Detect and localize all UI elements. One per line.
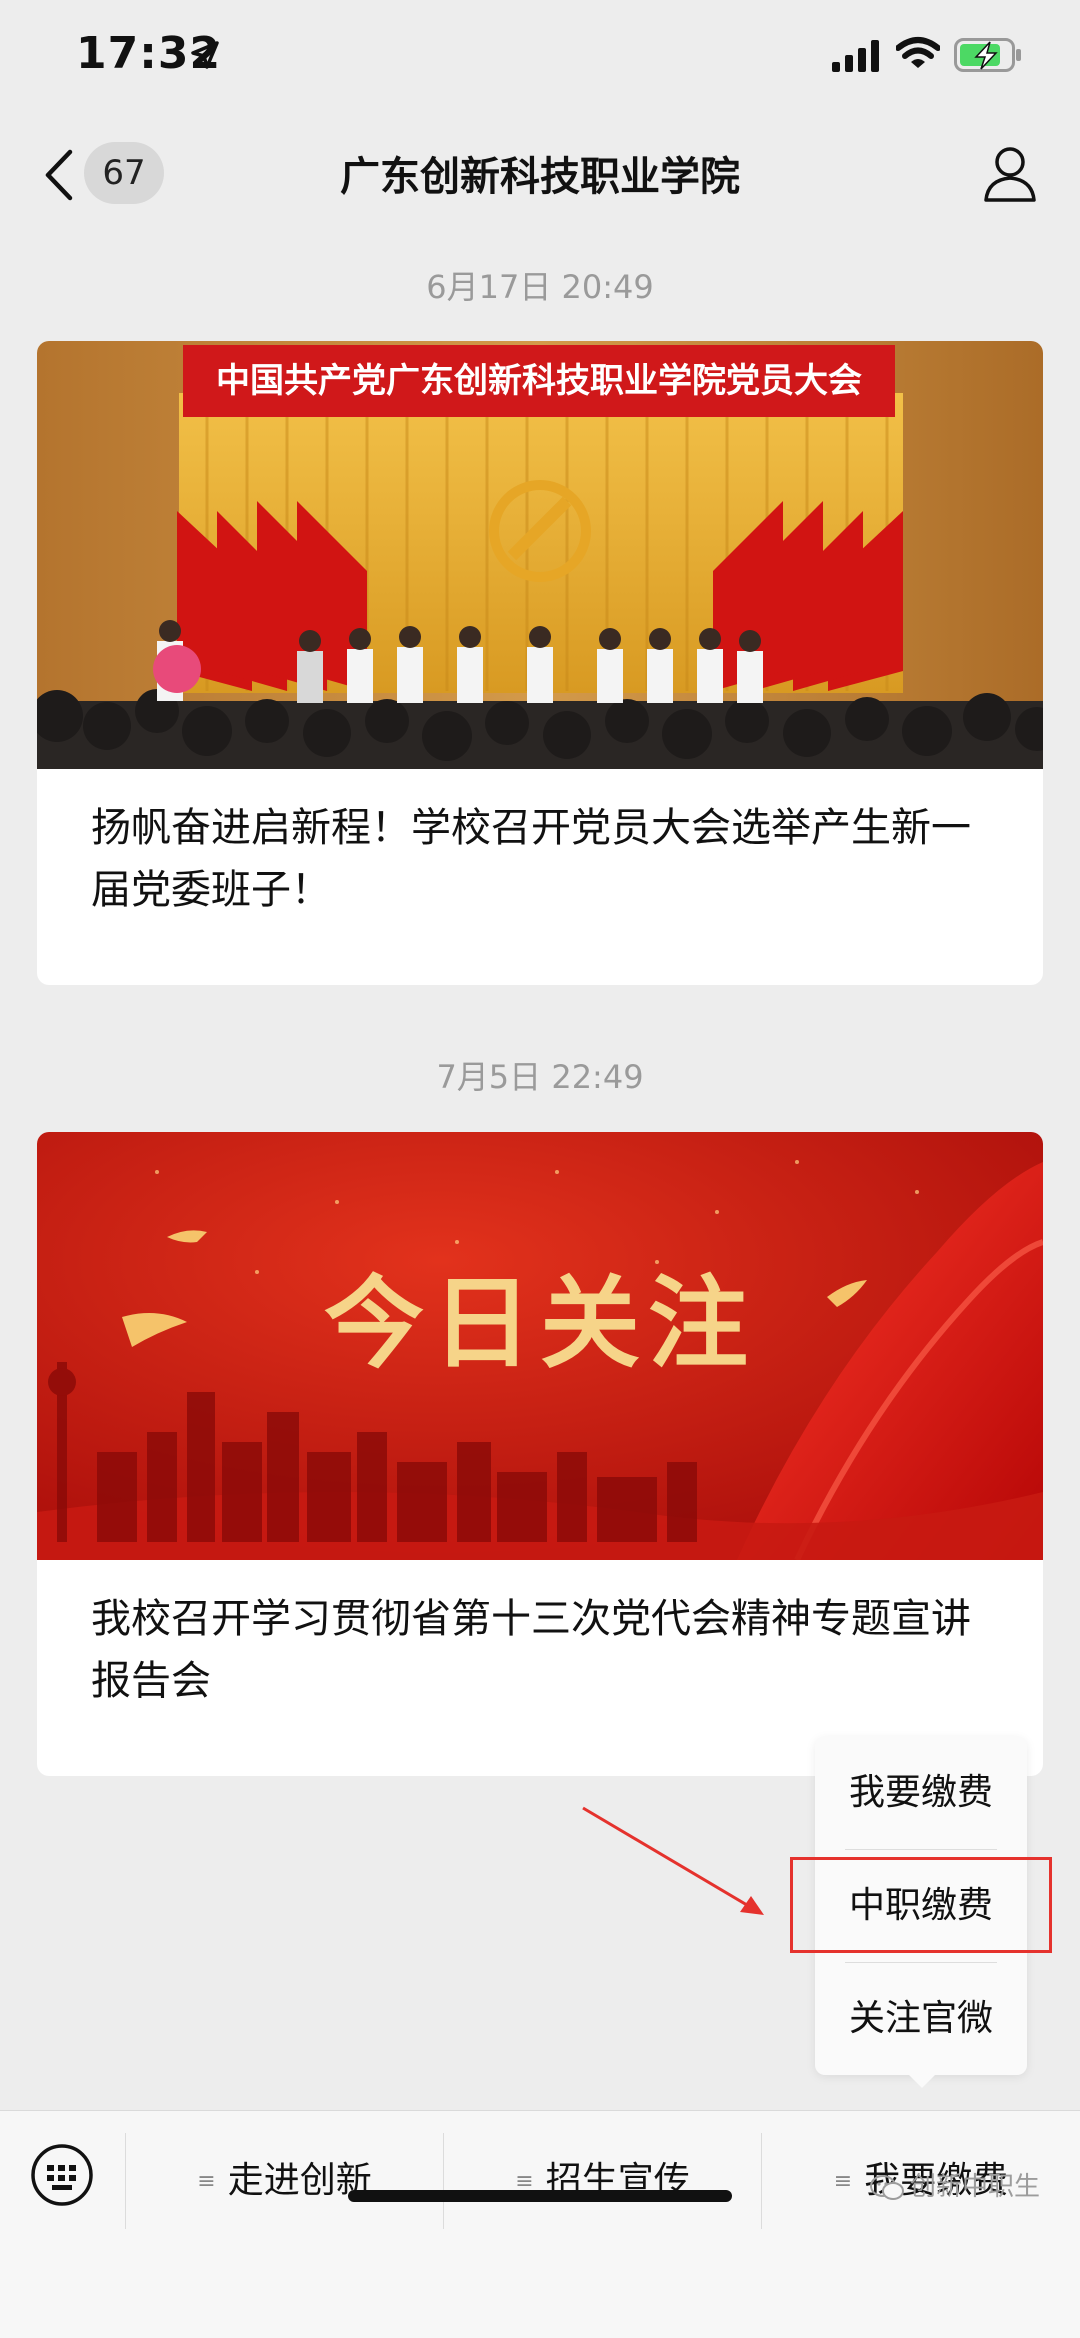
message-timestamp: 6月17日 20:49 [426,268,654,306]
message-timestamp: 7月5日 22:49 [436,1058,644,1096]
watermark: 创新中职生 [870,2166,1040,2203]
unread-count-badge[interactable]: 67 [84,142,164,204]
home-indicator[interactable] [348,2190,732,2202]
profile-icon[interactable] [982,144,1038,204]
menu-tab-admissions[interactable]: ≡ 招生宣传 [444,2133,761,2229]
article-cover-image: 中国共产党广东创新科技职业学院党员大会 [37,341,1043,769]
location-arrow-icon [191,41,219,69]
watermark-text: 创新中职生 [910,2172,1041,2202]
article-title[interactable]: 扬帆奋进启新程！学校召开党员大会选举产生新一届党委班子！ [37,769,1043,921]
signal-icon [832,40,879,72]
banner-text: 今日关注 [324,1264,756,1382]
status-bar: 17:32 [0,0,1080,120]
bottom-menu-bar: ≡ 走进创新 ≡ 招生宣传 ≡ 我要缴费 [0,2110,1080,2338]
highlight-box [790,1857,1052,1953]
article-card[interactable]: 今日关注 我校召开学习贯彻省第十三次党代会精神专题宣讲报告会 [37,1132,1043,1776]
banner-text: 中国共产党广东创新科技职业学院党员大会 [216,361,862,401]
menu-icon: ≡ [833,2169,853,2194]
article-cover-image: 今日关注 [37,1132,1043,1560]
keyboard-icon[interactable] [30,2143,94,2207]
article-card[interactable]: 中国共产党广东创新科技职业学院党员大会 扬帆奋进启新程！学校召开党员大会选举产生… [37,341,1043,985]
back-chevron-icon[interactable] [40,148,80,202]
nav-bar: 67 广东创新科技职业学院 [0,120,1080,230]
menu-item-follow[interactable]: 关注官微 [815,1963,1027,2075]
popup-pointer [906,2072,938,2088]
menu-tab-explore[interactable]: ≡ 走进创新 [126,2133,443,2229]
wechat-icon [870,2174,904,2200]
article-title[interactable]: 我校召开学习贯彻省第十三次党代会精神专题宣讲报告会 [37,1560,1043,1712]
battery-charging-icon [954,38,1021,72]
page-title: 广东创新科技职业学院 [340,154,740,200]
menu-item-pay[interactable]: 我要缴费 [815,1737,1027,1849]
menu-icon: ≡ [197,2169,216,2194]
wifi-icon [896,37,940,68]
